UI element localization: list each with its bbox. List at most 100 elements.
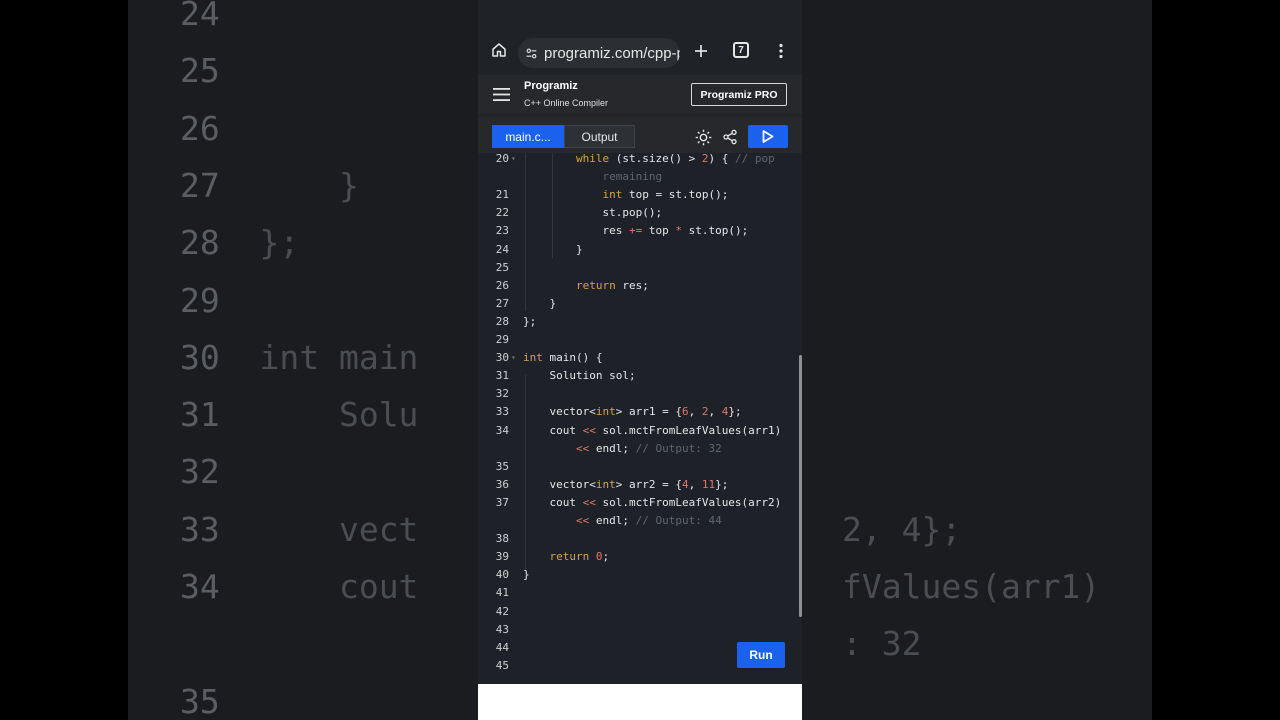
programiz-pro-button[interactable]: Programiz PRO (691, 83, 787, 106)
background-line-number: 28 (180, 223, 260, 263)
background-code-line: 33 vect (180, 510, 418, 549)
background-code-line: 26 (180, 109, 259, 148)
code-line: << endl; // Output: 32 (478, 440, 798, 458)
background-code-line: 24 (180, 0, 259, 33)
fold-chevron-icon[interactable]: ▾ (511, 349, 516, 367)
line-number: 43 (495, 622, 509, 636)
background-line-number: 25 (180, 51, 260, 91)
editor-tabbar: main.c... Output (478, 115, 802, 154)
line-number: 41 (495, 586, 509, 600)
line-number: 29 (495, 333, 509, 346)
background-code-text: cout (259, 567, 419, 606)
bottom-blank-area (478, 684, 802, 720)
line-number: 33 (495, 405, 509, 419)
code-text: int top = st.top(); (602, 188, 729, 202)
code-line: 31 Solution sol; (478, 367, 798, 385)
code-line: 26 return res; (478, 277, 798, 295)
background-code-line: 34 cout (180, 567, 418, 606)
background-code-text: } (259, 165, 359, 205)
background-code-line: 2, 4}; (842, 509, 962, 549)
line-number: 34 (495, 423, 509, 437)
home-icon[interactable] (489, 40, 509, 60)
code-text: } (523, 242, 583, 256)
line-number: 45 (495, 658, 509, 672)
code-text: } (523, 296, 557, 310)
editor-scrollbar[interactable] (799, 355, 802, 617)
background-code-line (180, 624, 259, 663)
background-code-line: 28 }; (180, 223, 299, 262)
code-line: 37 cout << sol.mctFromLeafValues(arr2) (478, 494, 798, 512)
plus-icon[interactable] (691, 41, 711, 61)
background-code-line: : 32 (842, 624, 922, 664)
code-text: while (st.size() > 2) { // pop (575, 153, 775, 165)
code-line: 41 (478, 584, 798, 602)
line-number: 35 (495, 459, 509, 473)
code-line: 36 vector<int> arr2 = {4, 11}; (478, 476, 798, 494)
share-icon[interactable] (720, 127, 740, 147)
code-line: 27 } (478, 295, 798, 313)
background-right-code: 2, 4}; fValues(arr1): 32 (802, 0, 1152, 720)
run-button[interactable]: Run (737, 642, 785, 668)
line-number: 20 (495, 153, 509, 165)
hamburger-icon[interactable] (492, 86, 510, 102)
line-number: 21 (495, 188, 509, 202)
line-number: 28 (495, 314, 509, 328)
tabs-icon[interactable]: 7 (733, 42, 749, 58)
address-bar[interactable]: programiz.com/cpp-p (518, 38, 680, 68)
background-code-text: vect (259, 509, 419, 549)
code-line: 24 } (478, 241, 798, 259)
code-text: }; (523, 314, 537, 328)
sun-icon[interactable] (693, 127, 713, 147)
code-text: vector<int> arr1 = {6, 2, 4}; (523, 405, 742, 419)
code-line: 40} (478, 566, 798, 584)
line-number: 39 (495, 550, 509, 564)
background-line-number (180, 624, 259, 663)
code-line: 29 (478, 331, 798, 349)
tab-main-file[interactable]: main.c... (492, 125, 564, 148)
more-vert-icon[interactable] (773, 41, 789, 61)
background-code-line: 29 (180, 281, 259, 320)
line-number: 27 (495, 296, 509, 310)
line-number: 32 (495, 387, 509, 401)
background-code-line: 25 (180, 51, 259, 90)
page-subtitle: C++ Online Compiler (524, 98, 609, 108)
app-header: Programiz C++ Online Compiler Programiz … (478, 75, 802, 115)
line-number: 40 (495, 568, 509, 582)
url-text: programiz.com/cpp-p (544, 44, 680, 62)
background-code-text: int main (259, 337, 419, 377)
code-text: return 0; (549, 550, 610, 564)
line-number: 38 (495, 532, 509, 546)
logo[interactable]: Programiz (524, 80, 578, 92)
background-line-number: 26 (180, 108, 260, 148)
background-left-code: 24 25 26 27 } 28 }; 29 30 int main 31 Solu 3… (128, 0, 478, 720)
background-line-number: 32 (180, 452, 260, 492)
code-text: remaining (602, 170, 663, 184)
line-number: 26 (495, 278, 509, 292)
background-line-number: 34 (180, 567, 260, 606)
browser-toolbar: programiz.com/cpp-p 7 (478, 33, 802, 75)
tab-output[interactable]: Output (564, 125, 635, 148)
background-code-line: 35 (180, 682, 259, 720)
site-settings-icon[interactable] (525, 47, 538, 60)
code-text: << endl; // Output: 44 (575, 514, 722, 527)
line-number: 23 (495, 224, 509, 238)
background-line-number: 29 (180, 280, 260, 320)
fold-chevron-icon[interactable]: ▾ (511, 153, 516, 168)
status-bar (478, 0, 802, 33)
background-line-number: 31 (180, 395, 260, 435)
code-line: 42 (478, 603, 798, 621)
background-line-number: 24 (180, 0, 260, 33)
code-text: vector<int> arr2 = {4, 11}; (523, 477, 729, 491)
line-number: 25 (495, 260, 509, 274)
code-line: 33 vector<int> arr1 = {6, 2, 4}; (478, 403, 798, 421)
code-line: 21 int top = st.top(); (478, 186, 798, 204)
code-editor[interactable]: 20 ▾ while (st.size() > 2) { // pop remai… (478, 153, 802, 684)
code-line: 23 res += top * st.top(); (478, 222, 798, 240)
background-line-number: 27 (180, 165, 260, 205)
code-text: int main() { (523, 351, 603, 365)
background-code-line: 32 (180, 452, 259, 491)
code-line: 22 st.pop(); (478, 204, 798, 222)
code-line: remaining (478, 168, 798, 186)
run-icon-button[interactable] (748, 125, 788, 148)
code-text: res += top * st.top(); (523, 224, 749, 238)
